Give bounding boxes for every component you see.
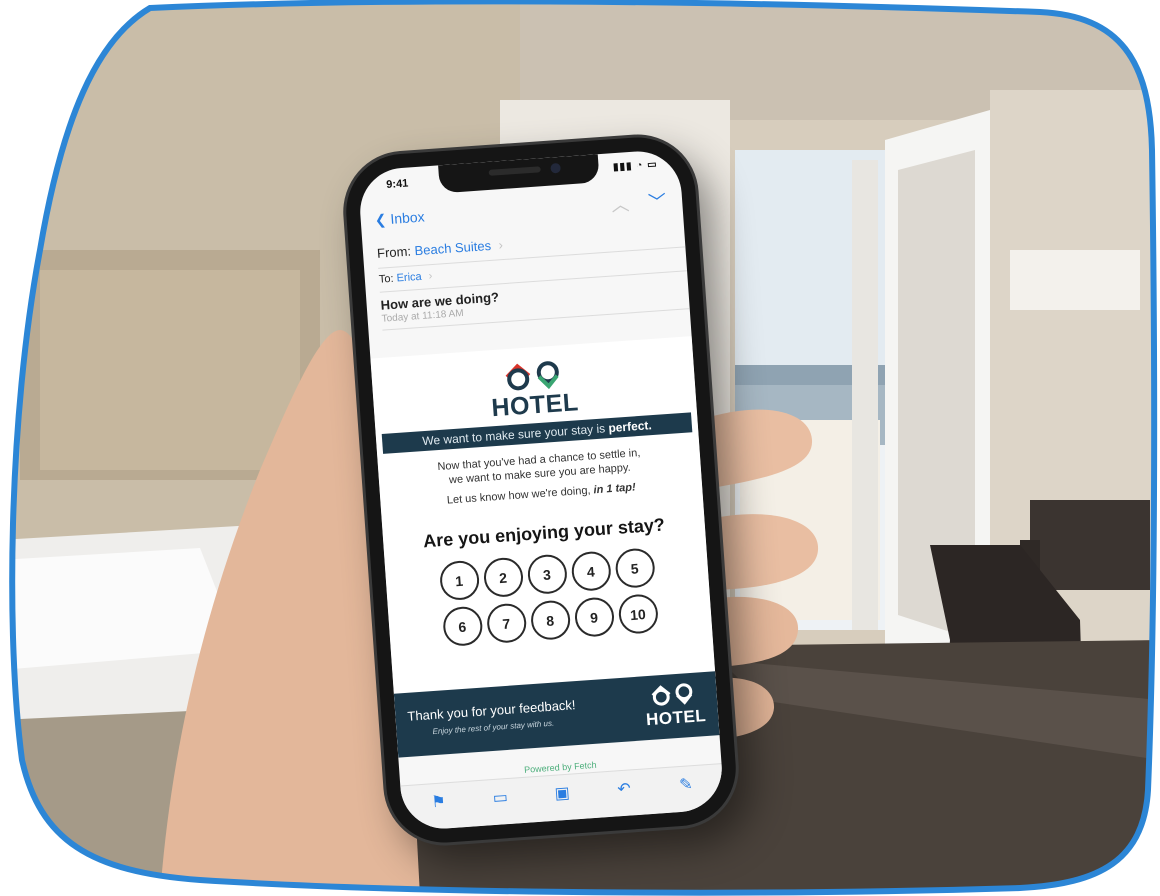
rating-button-3[interactable]: 3 [526, 553, 568, 596]
hotel-logo-icon [651, 683, 693, 706]
archive-icon[interactable]: ▣ [548, 780, 576, 806]
body-line-3-emphasis: in 1 tap! [593, 481, 637, 497]
message-nav-arrows: ︿ ﹀ [610, 188, 667, 218]
back-label: Inbox [389, 208, 426, 227]
recipient-name[interactable]: Erica [396, 271, 422, 285]
email-body: HOTEL We want to make sure your stay is … [370, 336, 720, 758]
rating-button-6[interactable]: 6 [441, 605, 484, 648]
from-label: From: [376, 243, 412, 261]
chevron-down-icon[interactable]: ﹀ [648, 192, 667, 213]
speaker-icon [488, 166, 541, 176]
rating-button-9[interactable]: 9 [573, 596, 615, 638]
footer-subtext: Enjoy the rest of your stay with us. [432, 718, 555, 737]
rating-button-8[interactable]: 8 [529, 599, 571, 641]
body-line-3-text: Let us know how we're doing, [446, 484, 591, 507]
hotel-logo-icon [505, 361, 559, 391]
rating-button-10[interactable]: 10 [617, 593, 659, 635]
phone-notch [438, 154, 600, 194]
phone-screen: 9:41 ▮▮▮ ◔ ▭ ❮ Inbox ︿ ﹀ From: Beach Sui… [357, 148, 725, 832]
flag-icon[interactable]: ⚑ [425, 789, 453, 815]
sender-name[interactable]: Beach Suites [414, 238, 491, 258]
rating-button-2[interactable]: 2 [482, 556, 524, 599]
chevron-right-icon: › [498, 237, 504, 253]
banner-emphasis: perfect. [607, 418, 653, 436]
camera-icon [550, 162, 561, 174]
chevron-left-icon: ❮ [374, 211, 388, 228]
to-label: To: [378, 272, 395, 286]
rating-button-4[interactable]: 4 [569, 550, 612, 593]
rating-button-1[interactable]: 1 [438, 559, 480, 602]
rating-button-7[interactable]: 7 [485, 602, 528, 645]
back-to-inbox-button[interactable]: ❮ Inbox [374, 208, 425, 228]
rating-scale: 1 2 3 4 5 6 7 8 9 10 [405, 545, 693, 656]
reply-icon[interactable]: ↶ [610, 776, 638, 802]
chevron-up-icon[interactable]: ︿ [611, 194, 630, 215]
signal-wifi-battery-icon: ▮▮▮ ◔ ▭ [612, 159, 658, 174]
compose-icon[interactable]: ✎ [672, 771, 700, 797]
folder-icon[interactable]: ▭ [487, 784, 515, 810]
footer-brand: HOTEL [645, 706, 707, 730]
rating-button-5[interactable]: 5 [613, 547, 656, 589]
email-footer: Thank you for your feedback! Enjoy the r… [393, 671, 720, 758]
smartphone: 9:41 ▮▮▮ ◔ ▭ ❮ Inbox ︿ ﹀ From: Beach Sui… [342, 133, 740, 847]
chevron-right-icon: › [428, 270, 433, 283]
status-time: 9:41 [385, 177, 409, 192]
